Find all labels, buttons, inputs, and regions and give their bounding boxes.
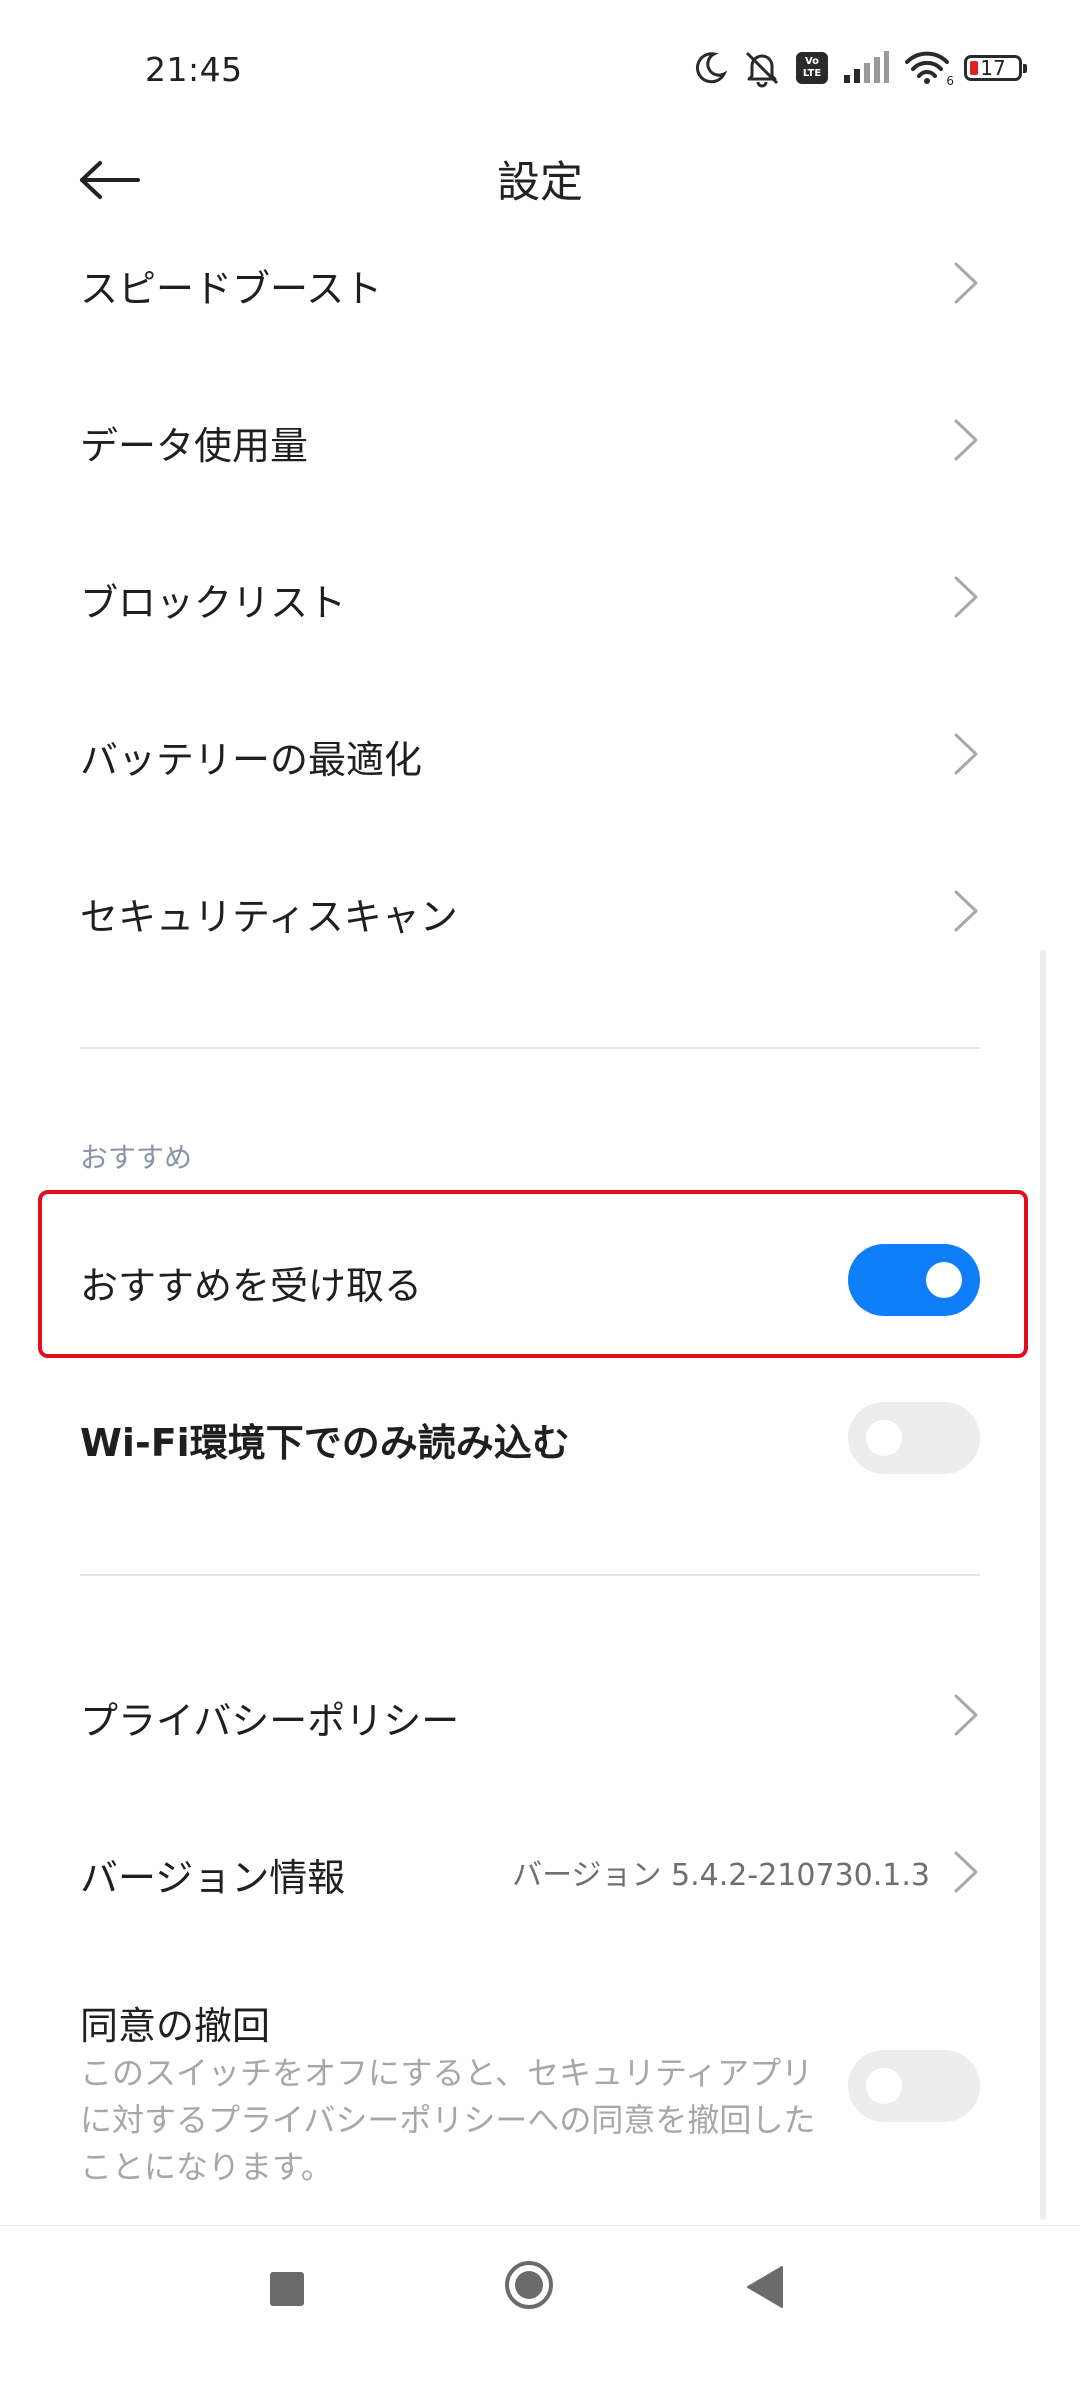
revoke-consent-label: 同意の撤回 <box>80 2004 271 2048</box>
signal-icon <box>844 51 889 83</box>
chevron-right-icon[interactable] <box>948 1847 984 1897</box>
receive-recommend-toggle[interactable] <box>848 1244 980 1316</box>
chevron-right-icon[interactable] <box>948 1690 984 1740</box>
bell-off-icon <box>745 51 779 88</box>
page-title: 設定 <box>497 158 583 208</box>
back-triangle-icon[interactable] <box>746 2265 786 2309</box>
status-icons: Vo LTE 6 17 <box>692 46 1027 90</box>
toggle-knob <box>866 2068 902 2104</box>
status-time: 21:45 <box>145 50 243 89</box>
wifi-only-label: Wi-Fi環境下でのみ読み込む <box>80 1421 570 1465</box>
version-info-item[interactable]: バージョン情報 <box>80 1847 345 1902</box>
menu-item-speed-boost[interactable]: スピードブースト <box>80 258 382 313</box>
chevron-right-icon[interactable] <box>948 886 984 936</box>
navigation-bar <box>0 2225 1080 2401</box>
recents-square-icon[interactable] <box>270 2272 304 2306</box>
home-circle-icon[interactable] <box>505 2261 553 2309</box>
section-header-recommend: おすすめ <box>80 1141 193 1174</box>
divider <box>80 1047 980 1049</box>
menu-item-battery-optimization[interactable]: バッテリーの最適化 <box>80 729 422 784</box>
revoke-consent-toggle[interactable] <box>848 2050 980 2122</box>
wifi-icon: 6 <box>904 50 954 88</box>
scrollbar[interactable] <box>1040 950 1046 2220</box>
wifi-badge: 6 <box>946 74 954 88</box>
moon-icon <box>695 52 728 84</box>
chevron-right-icon[interactable] <box>948 415 984 465</box>
version-value: バージョン 5.4.2-210730.1.3 <box>512 1858 930 1893</box>
battery-level: 17 <box>980 56 1006 80</box>
menu-item-data-usage[interactable]: データ使用量 <box>80 415 308 470</box>
revoke-consent-description: このスイッチをオフにすると、セキュリティアプリに対するプライバシーポリシーへの同… <box>80 2054 816 2186</box>
menu-item-block-list[interactable]: ブロックリスト <box>80 572 346 627</box>
privacy-policy-item[interactable]: プライバシーポリシー <box>80 1690 459 1745</box>
chevron-right-icon[interactable] <box>948 729 984 779</box>
divider <box>80 1574 980 1576</box>
receive-recommend-label: おすすめを受け取る <box>80 1264 423 1308</box>
toggle-knob <box>926 1262 962 1298</box>
wifi-only-toggle[interactable] <box>848 1402 980 1474</box>
chevron-right-icon[interactable] <box>948 258 984 308</box>
battery-icon: 17 <box>964 55 1027 81</box>
volte-icon: Vo LTE <box>796 52 828 84</box>
chevron-right-icon[interactable] <box>948 572 984 622</box>
toggle-knob <box>866 1420 902 1456</box>
menu-item-security-scan[interactable]: セキュリティスキャン <box>80 886 458 941</box>
